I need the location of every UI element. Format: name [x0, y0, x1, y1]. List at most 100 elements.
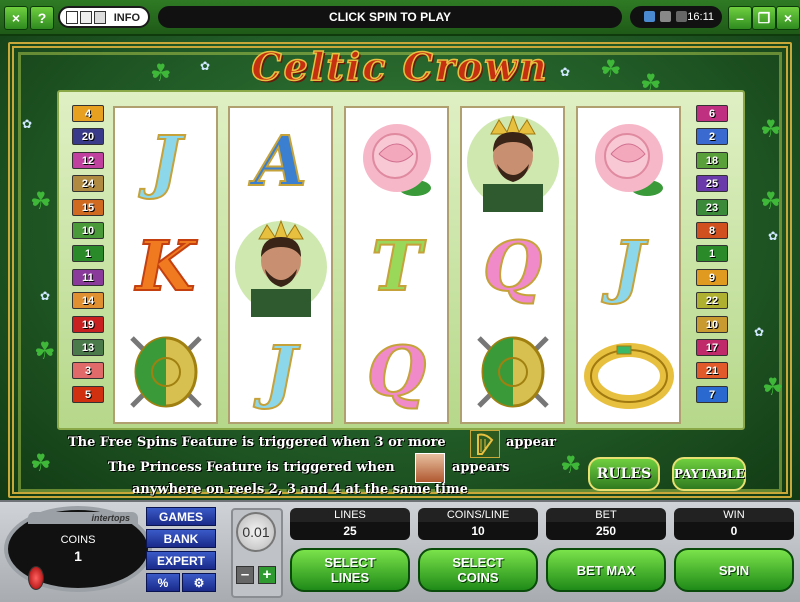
sound-icon — [676, 11, 687, 22]
right-payline-21-marker[interactable]: 21 — [696, 362, 728, 380]
coin-icon — [28, 566, 44, 590]
select-lines-label: SELECT LINES — [324, 555, 376, 585]
clover-icon: ☘ — [30, 188, 52, 215]
expert-button[interactable]: EXPERT — [146, 551, 216, 570]
flower-icon: ✿ — [754, 325, 765, 339]
flower-icon: ✿ — [768, 229, 779, 243]
flower-icon: ✿ — [22, 117, 33, 131]
left-payline-20-marker[interactable]: 20 — [72, 128, 104, 146]
left-payline-13-marker[interactable]: 13 — [72, 339, 104, 356]
clock-time: 16:11 — [687, 11, 714, 23]
shield-symbol — [462, 320, 563, 424]
select-lines-button[interactable]: SELECT LINES — [290, 548, 410, 592]
reel-5: J — [576, 106, 681, 424]
clover-icon: ☘ — [560, 452, 582, 479]
left-payline-14-marker[interactable]: 14 — [72, 292, 104, 310]
left-payline-11-marker[interactable]: 11 — [72, 268, 104, 286]
letter-T-glyph: T — [370, 227, 423, 307]
select-coins-button[interactable]: SELECT COINS — [418, 548, 538, 592]
right-payline-23-marker[interactable]: 23 — [696, 198, 728, 216]
coins-per-line-value: 10 — [418, 522, 538, 540]
rules-button[interactable]: RULES — [588, 457, 660, 491]
princess-text: The Princess Feature is triggered when — [108, 460, 395, 475]
rose-symbol — [578, 110, 679, 214]
right-payline-25-marker[interactable]: 25 — [696, 175, 728, 193]
right-payline-6-marker[interactable]: 6 — [696, 105, 728, 122]
right-payline-8-marker[interactable]: 8 — [696, 222, 728, 239]
free-spins-text-end: appear — [506, 435, 557, 450]
network-icon — [644, 11, 655, 22]
letter-J-glyph: J — [263, 332, 297, 412]
letter-T-symbol: T — [346, 215, 447, 319]
info-button[interactable]: INFO — [58, 6, 150, 28]
restore-button[interactable]: ❐ — [752, 6, 776, 30]
clover-icon: ☘ — [760, 116, 782, 143]
letter-K-glyph: K — [135, 227, 196, 307]
help-button[interactable]: ? — [30, 6, 54, 30]
right-payline-17-marker[interactable]: 17 — [696, 339, 728, 356]
letter-Q-glyph: Q — [366, 332, 427, 412]
king-symbol — [462, 110, 563, 214]
games-button[interactable]: GAMES — [146, 507, 216, 526]
close-window-button[interactable]: × — [776, 6, 800, 30]
clover-icon: ☘ — [34, 338, 56, 365]
settings-icon — [660, 11, 671, 22]
status-message: CLICK SPIN TO PLAY — [158, 6, 622, 28]
settings-button[interactable]: ⚙ — [182, 573, 216, 592]
clock: 16:11 — [630, 6, 722, 28]
king-symbol — [230, 215, 331, 319]
right-payline-2-marker[interactable]: 2 — [696, 128, 728, 146]
letter-J-symbol: J — [230, 320, 331, 424]
game-title-logo: Celtic Crown — [251, 43, 549, 90]
free-spins-text: The Free Spins Feature is triggered when… — [68, 435, 446, 450]
coins-value: 1 — [74, 548, 82, 564]
right-payline-10-marker[interactable]: 10 — [696, 315, 728, 333]
left-payline-3-marker[interactable]: 3 — [72, 362, 104, 380]
letter-K-symbol: K — [115, 215, 216, 319]
coins-display: intertops COINS 1 — [4, 506, 152, 592]
chart-icon — [80, 11, 92, 24]
reel-3: TQ — [344, 106, 449, 424]
letter-Q-symbol: Q — [346, 320, 447, 424]
right-payline-18-marker[interactable]: 18 — [696, 151, 728, 169]
coins-label: COINS — [60, 534, 96, 546]
reel-4: Q — [460, 106, 565, 424]
reel-2: AJ — [228, 106, 333, 424]
coin-value-decrease-button[interactable]: – — [236, 566, 254, 584]
coin-value-increase-button[interactable]: + — [258, 566, 276, 584]
bank-button[interactable]: BANK — [146, 529, 216, 548]
right-payline-1-marker[interactable]: 1 — [696, 245, 728, 263]
gear-icon: ⚙ — [193, 576, 205, 590]
letter-Q-glyph: Q — [482, 227, 543, 307]
shield-symbol — [115, 320, 216, 424]
spin-button[interactable]: SPIN — [674, 548, 794, 592]
clover-icon: ☘ — [762, 374, 784, 401]
left-payline-19-marker[interactable]: 19 — [72, 315, 104, 333]
right-payline-22-marker[interactable]: 22 — [696, 292, 728, 310]
princess-icon — [415, 453, 445, 483]
left-payline-5-marker[interactable]: 5 — [72, 385, 104, 403]
percent-button[interactable]: % — [146, 573, 180, 592]
letter-Q-symbol: Q — [462, 215, 563, 319]
left-payline-1-marker[interactable]: 1 — [72, 245, 104, 263]
minimize-button[interactable]: – — [728, 6, 752, 30]
info-label: INFO — [113, 12, 140, 24]
left-payline-4-marker[interactable]: 4 — [72, 105, 104, 122]
paytable-button[interactable]: PAYTABLE — [672, 457, 746, 491]
princess-text-end: appears — [452, 460, 510, 475]
left-payline-10-marker[interactable]: 10 — [72, 222, 104, 239]
select-coins-label: SELECT COINS — [452, 555, 504, 585]
letter-J-glyph: J — [148, 122, 182, 202]
bet-max-button[interactable]: BET MAX — [546, 548, 666, 592]
lines-value: 25 — [290, 522, 410, 540]
close-game-button[interactable]: × — [4, 6, 28, 30]
right-payline-7-marker[interactable]: 7 — [696, 385, 728, 403]
reel-1: JK — [113, 106, 218, 424]
right-payline-9-marker[interactable]: 9 — [696, 268, 728, 286]
left-payline-15-marker[interactable]: 15 — [72, 198, 104, 216]
rose-symbol — [346, 110, 447, 214]
coin-value-display: 0.01 — [236, 512, 276, 552]
left-payline-24-marker[interactable]: 24 — [72, 175, 104, 193]
left-payline-12-marker[interactable]: 12 — [72, 151, 104, 169]
brand-label: intertops — [28, 512, 138, 524]
